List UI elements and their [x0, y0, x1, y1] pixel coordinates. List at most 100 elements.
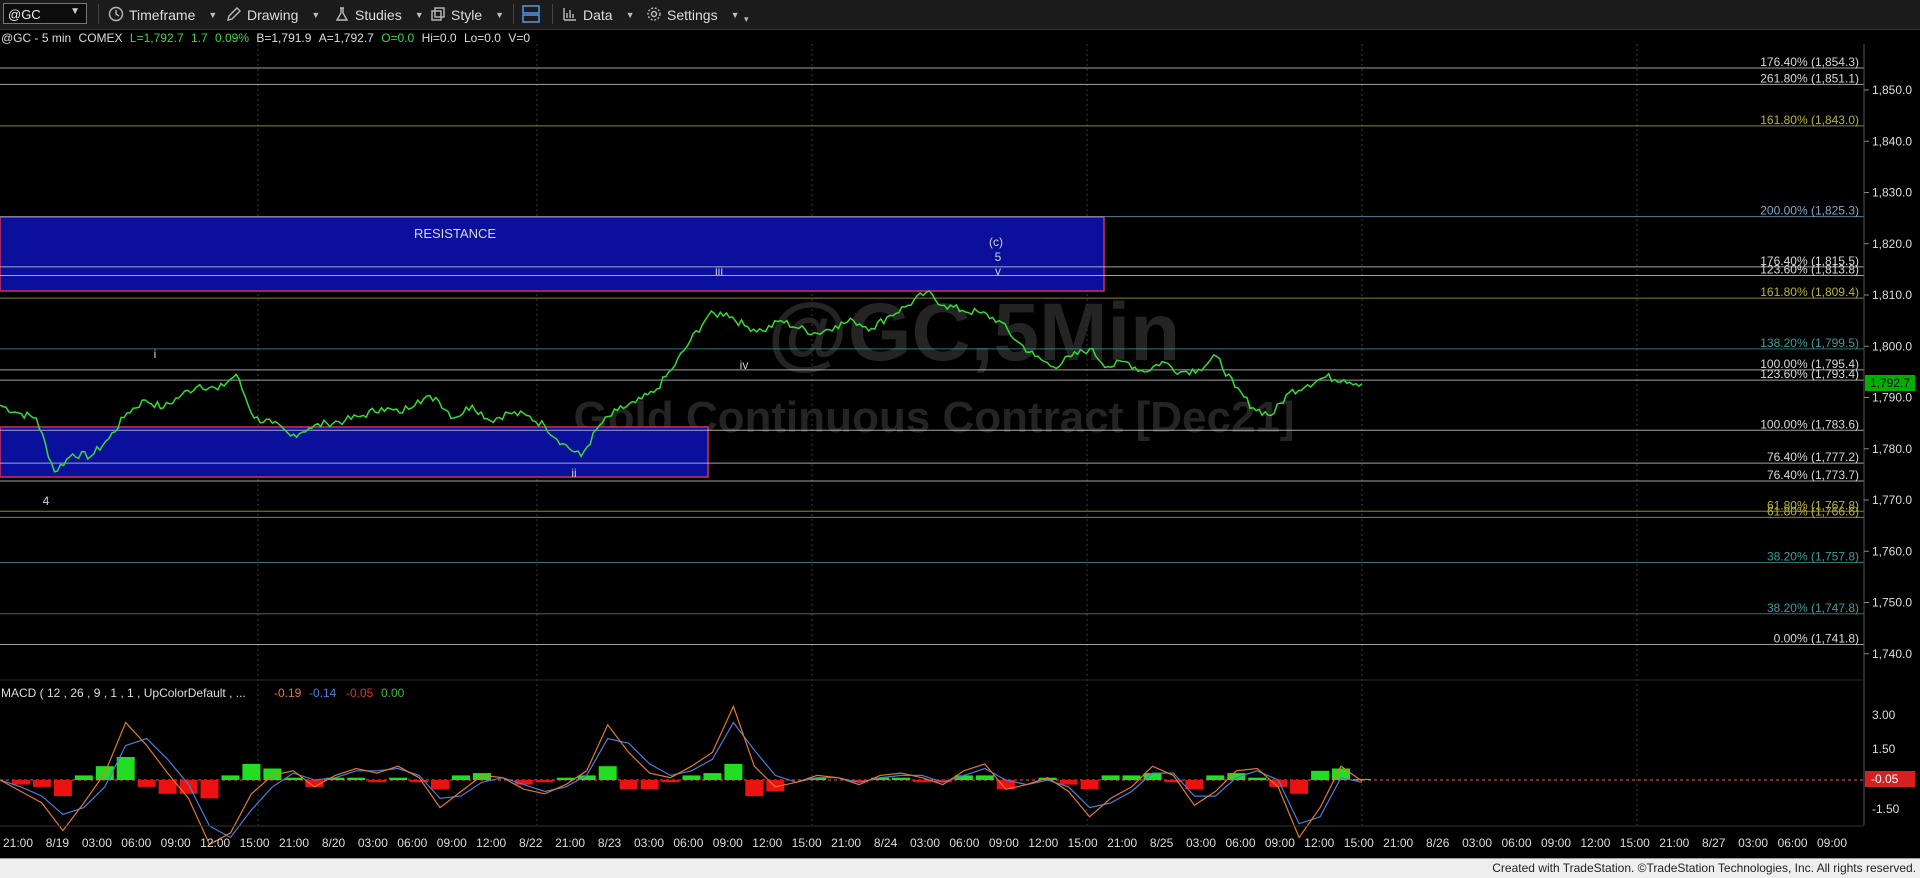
studies-button[interactable]: Studies ▼ [334, 5, 424, 25]
price-tick-label: 1,790.0 [1872, 391, 1912, 405]
fib-level-label: 261.80% (1,851.1) [1760, 71, 1859, 85]
time-axis-label: 06:00 [1778, 836, 1808, 850]
support-zone[interactable] [0, 426, 709, 478]
macd-zero-value: 0.00 [381, 686, 405, 700]
time-axis-label: 15:00 [1344, 836, 1374, 850]
time-axis-label: 15:00 [240, 836, 270, 850]
macd-line[interactable] [0, 704, 1363, 846]
time-axis-label: 12:00 [1304, 836, 1334, 850]
time-axis-label: 21:00 [279, 836, 309, 850]
macd-histogram-bar [95, 766, 114, 780]
macd-histogram-bar [53, 780, 72, 797]
time-axis-label: 09:00 [1265, 836, 1295, 850]
symbol-info-line: @GC - 5 min COMEX L=1,792.7 1.7 0.09% B=… [1, 31, 530, 45]
macd-histogram-bar [954, 775, 973, 780]
time-axis-label: 03:00 [1186, 836, 1216, 850]
macd-histogram-bar [1101, 775, 1120, 780]
macd-tick-1-5: 1.50 [1872, 742, 1896, 756]
net-change: 1.7 [190, 31, 208, 45]
macd-histogram-bar [12, 780, 30, 785]
timeframe-button[interactable]: Timeframe ▼ [108, 5, 217, 25]
chevron-down-icon[interactable]: ▼ [70, 6, 80, 17]
fib-level-label: 61.80% (1,766.6) [1767, 504, 1859, 518]
price-line[interactable] [0, 289, 1363, 473]
fib-level-label: 161.80% (1,809.4) [1760, 285, 1859, 299]
data-button[interactable]: Data ▼ [562, 5, 635, 25]
ask-price: A=1,792.7 [318, 31, 374, 45]
fib-level-label: 38.20% (1,747.8) [1767, 601, 1859, 615]
symbol-input[interactable]: @GC ▼ [3, 3, 87, 24]
time-axis-label: 03:00 [358, 836, 388, 850]
time-axis-label: 09:00 [161, 836, 191, 850]
price-tick-label: 1,740.0 [1872, 647, 1912, 661]
wave-label-iv: iv [740, 358, 749, 372]
price-tick-label: 1,800.0 [1872, 339, 1912, 353]
time-axis-label: 06:00 [949, 836, 979, 850]
macd-histogram-bar [1185, 780, 1204, 790]
macd-histogram-bar [284, 777, 303, 780]
macd-histogram-bar [850, 780, 869, 783]
time-axis-label: 03:00 [1462, 836, 1492, 850]
macd-histogram-bar [1143, 773, 1162, 780]
wave-label-ii: ii [571, 466, 576, 480]
macd-histogram-bar [263, 768, 282, 780]
fib-level-label: 61.80% (1,767.8) [1767, 498, 1859, 512]
settings-button[interactable]: Settings ▼ [646, 5, 740, 25]
macd-histogram-bar [1122, 775, 1141, 780]
last-price-marker: 1,792.7 [1865, 375, 1915, 391]
time-axis-label: 8/25 [1150, 836, 1174, 850]
time-axis-label: 12:00 [752, 836, 782, 850]
fibonacci-levels[interactable] [0, 67, 1864, 646]
macd-signal-value: -0.14 [309, 686, 337, 700]
watermark-symbol: @GC,5Min [768, 287, 1181, 378]
style-icon [430, 6, 446, 25]
price-chart[interactable]: @GC,5Min Gold Continuous Contract [Dec21… [0, 0, 1920, 877]
time-axis-label: 03:00 [1738, 836, 1768, 850]
time-axis-label: 21:00 [3, 836, 33, 850]
macd-histogram-bar [137, 780, 156, 787]
macd-value: -0.19 [274, 686, 302, 700]
macd-histogram-bar [1311, 770, 1330, 780]
macd-histogram-bar [556, 777, 575, 780]
fib-level-label: 38.20% (1,757.8) [1767, 550, 1859, 564]
time-axis-label: 12:00 [476, 836, 506, 850]
macd-histogram-bar [431, 780, 449, 790]
time-axis[interactable]: 21:00 8/19 03:00 06:00 09:00 12:00 15:00 21:00 8… [3, 836, 1847, 850]
studies-label: Studies [355, 7, 402, 23]
bid-price: B=1,791.9 [256, 31, 312, 45]
macd-histogram-bar [1353, 778, 1371, 781]
price-axis[interactable]: 1,850.0 1,840.0 1,830.0 1,820.0 1,810.0 1,800… [1864, 83, 1912, 661]
macd-signal-line[interactable] [0, 721, 1363, 839]
resistance-zone[interactable] [0, 216, 1105, 292]
wave-label-5: 5 [995, 250, 1002, 264]
chevron-down-icon: ▼ [414, 10, 424, 20]
fib-level-label: 76.40% (1,777.2) [1767, 450, 1859, 464]
time-axis-label: 09:00 [989, 836, 1019, 850]
macd-histogram-bar [305, 780, 324, 787]
macd-histogram-bar [703, 773, 722, 780]
style-button[interactable]: Style ▼ [430, 5, 504, 25]
fib-level-label: 0.00% (1,741.8) [1774, 632, 1859, 646]
macd-histogram-bar [913, 780, 931, 783]
time-axis-label: 21:00 [1659, 836, 1689, 850]
time-axis-label: 09:00 [1541, 836, 1571, 850]
wave-label-i: i [154, 347, 157, 361]
macd-histogram-bar [661, 780, 680, 783]
toolbar-more-button[interactable]: ▾ [744, 9, 749, 29]
wave-labels: 4 i ii iii iv (c) 5 v [43, 235, 1003, 508]
drawing-button[interactable]: Drawing ▼ [226, 5, 320, 25]
chevron-down-icon: ▾ [744, 13, 749, 24]
macd-histogram-bar [1164, 780, 1183, 783]
drawing-label: Drawing [247, 7, 299, 23]
macd-histogram-bar [1206, 775, 1225, 780]
wave-label-4: 4 [43, 494, 50, 508]
time-axis-label: 06:00 [1225, 836, 1255, 850]
macd-histogram-bar [32, 780, 51, 787]
settings-label: Settings [667, 7, 718, 23]
time-axis-label: 8/23 [598, 836, 622, 850]
layout-button[interactable] [521, 4, 541, 25]
price-tick-label: 1,770.0 [1872, 493, 1912, 507]
macd-histogram-bar [682, 775, 701, 780]
macd-current-marker [1865, 771, 1915, 787]
macd-histogram-bar [892, 777, 910, 780]
